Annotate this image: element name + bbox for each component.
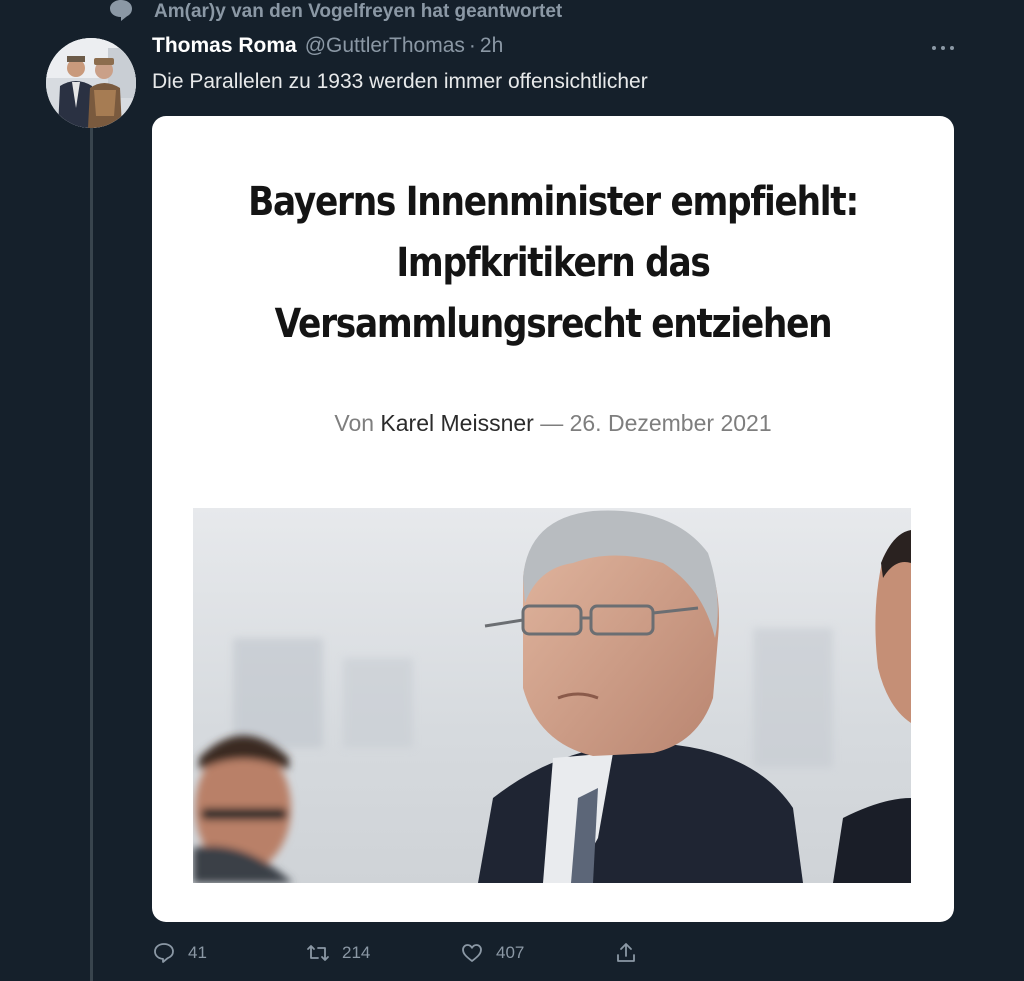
- thread-line: [90, 124, 93, 981]
- article-photo: [193, 508, 911, 883]
- headline-line-1: Bayerns Innenminister empfiehlt:: [248, 179, 859, 225]
- heart-icon: [462, 944, 482, 962]
- article-headline: Bayerns Innenminister empfiehlt: Impfkri…: [208, 172, 898, 356]
- reply-context[interactable]: Am(ar)y van den Vogelfreyen hat geantwor…: [108, 0, 562, 24]
- retweet-icon: [307, 945, 329, 961]
- headline-line-2: Impfkritikern das: [396, 240, 710, 287]
- tweet-actions: 41 214 407: [0, 938, 1024, 968]
- tweet-media[interactable]: Bayerns Innenminister empfiehlt: Impfkri…: [152, 116, 954, 922]
- more-dots-icon: [932, 46, 936, 50]
- author-name[interactable]: Thomas Roma: [152, 34, 297, 58]
- byline-author: Karel Meissner: [380, 410, 534, 436]
- header-separator: ·: [468, 34, 476, 57]
- more-options-button[interactable]: [926, 38, 960, 58]
- headline-line-3: Versammlungsrecht entziehen: [274, 301, 833, 348]
- share-icon: [617, 943, 635, 962]
- article-byline: Von Karel Meissner — 26. Dezember 2021: [152, 410, 954, 437]
- retweet-button[interactable]: 214: [306, 938, 370, 968]
- reply-bubble-icon: [110, 0, 132, 21]
- retweet-count: 214: [342, 943, 371, 962]
- share-button[interactable]: [614, 938, 650, 968]
- like-button[interactable]: 407: [460, 938, 524, 968]
- byline-dash: —: [540, 410, 564, 436]
- reply-count: 41: [188, 943, 207, 962]
- timestamp[interactable]: 2h: [480, 34, 503, 58]
- reply-button[interactable]: 41: [152, 938, 207, 968]
- tweet-text: Die Parallelen zu 1933 werden immer offe…: [152, 70, 648, 93]
- tweet-screen: Am(ar)y van den Vogelfreyen hat geantwor…: [0, 0, 1024, 981]
- like-count: 407: [496, 943, 525, 962]
- avatar-photo: [46, 38, 136, 128]
- article-photo-image: [193, 508, 911, 883]
- tweet-header: Thomas Roma @GuttlerThomas · 2h: [152, 34, 503, 58]
- reply-icon: [154, 943, 174, 963]
- reply-context-text: Am(ar)y van den Vogelfreyen hat geantwor…: [154, 1, 563, 22]
- byline-prefix: Von: [334, 410, 375, 436]
- byline-date: 26. Dezember 2021: [569, 410, 772, 436]
- author-handle[interactable]: @GuttlerThomas: [305, 34, 465, 58]
- avatar[interactable]: [46, 38, 136, 128]
